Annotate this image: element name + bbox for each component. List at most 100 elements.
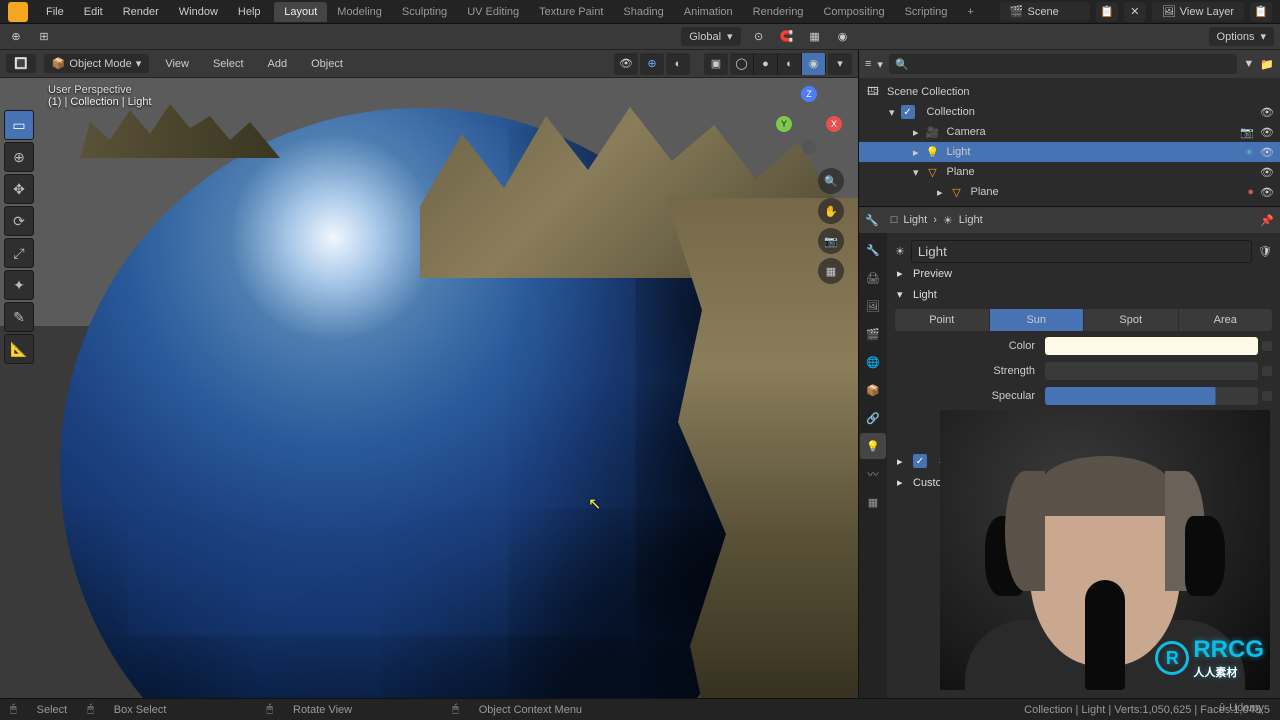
tab-scripting[interactable]: Scripting [895,2,958,22]
shading-solid-button[interactable]: ● [754,53,778,75]
orientation-icon[interactable]: ⊞ [34,27,54,47]
color-swatch[interactable] [1045,337,1258,355]
shading-rendered-button[interactable]: ◉ [802,53,826,75]
tool-move[interactable]: ✥ [4,174,34,204]
menu-view[interactable]: View [157,55,197,73]
nav-zoom-icon[interactable]: 🔍 [818,168,844,194]
strength-value-input[interactable] [1045,362,1258,380]
disclosure-icon[interactable]: ▾ [913,166,919,179]
visibility-icon[interactable]: 👁 [1260,186,1274,199]
nav-camera-icon[interactable]: 📷 [818,228,844,254]
scene-new-button[interactable]: 📋 [1096,2,1118,22]
tree-plane-child[interactable]: ▸ ▽ Plane ● 👁 [859,182,1280,202]
viewlayer-selector[interactable]: 🖼 View Layer [1152,2,1244,21]
snap-element-icon[interactable]: ▦ [805,27,825,47]
cursor-pivot-icon[interactable]: ⊕ [6,27,26,47]
ptab-data-light[interactable]: 💡 [860,433,886,459]
disclosure-icon[interactable]: ▾ [889,106,895,119]
tree-scene-collection[interactable]: 🖽 Scene Collection [859,82,1280,102]
disclosure-icon[interactable]: ▸ [913,146,919,159]
keyframe-dot-icon[interactable] [1262,366,1272,376]
tool-annotate[interactable]: ✎ [4,302,34,332]
snap-icon[interactable]: 🧲 [777,27,797,47]
tab-uv-editing[interactable]: UV Editing [457,2,529,22]
outliner-display-mode-icon[interactable]: ▾ [877,58,883,71]
disclosure-icon[interactable]: ▸ [937,186,943,199]
menu-select[interactable]: Select [205,55,252,73]
options-dropdown[interactable]: Options ▾ [1209,27,1274,46]
tool-scale[interactable]: ⤢ [4,238,34,268]
panel-preview[interactable]: ▸ Preview [895,263,1272,284]
orientation-selector[interactable]: Global ▾ [681,27,740,46]
tab-layout[interactable]: Layout [274,2,327,22]
viewlayer-new-button[interactable]: 📋 [1250,2,1272,22]
light-type-spot[interactable]: Spot [1084,309,1178,331]
tab-add[interactable]: + [957,2,983,22]
menu-add[interactable]: Add [260,55,296,73]
light-type-sun[interactable]: Sun [990,309,1084,331]
axis-x[interactable]: X [826,116,842,132]
tree-plane[interactable]: ▾ ▽ Plane 👁 [859,162,1280,182]
shading-dropdown-icon[interactable]: ▾ [828,53,852,75]
pivot-icon[interactable]: ⊙ [749,27,769,47]
tree-light[interactable]: ▸ 💡 Light ☀ 👁 [859,142,1280,162]
editor-type-outliner-icon[interactable]: ≡ [865,58,871,70]
editor-type-properties-icon[interactable]: 🔧 [865,214,879,227]
specular-slider[interactable] [1045,387,1258,405]
keyframe-dot-icon[interactable] [1262,341,1272,351]
tab-shading[interactable]: Shading [613,2,673,22]
scene-selector[interactable]: 🎬 Scene [1000,2,1090,21]
tab-modeling[interactable]: Modeling [327,2,392,22]
shadow-checkbox[interactable]: ✓ [913,454,927,468]
menu-help[interactable]: Help [228,2,271,22]
overlays-toggle-icon[interactable]: ◐ [666,53,690,75]
light-type-area[interactable]: Area [1179,309,1273,331]
visibility-icon[interactable]: 👁 [1260,106,1274,119]
ptab-render[interactable]: 🔧 [860,237,886,263]
keyframe-dot-icon[interactable] [1262,391,1272,401]
nav-pan-icon[interactable]: ✋ [818,198,844,224]
tab-rendering[interactable]: Rendering [743,2,814,22]
tool-rotate[interactable]: ⟳ [4,206,34,236]
ptab-output[interactable]: 🖨 [860,265,886,291]
visibility-icon[interactable]: 👁 [1260,166,1274,179]
tab-compositing[interactable]: Compositing [813,2,894,22]
viewport-3d[interactable]: User Perspective (1) | Collection | Ligh… [0,78,858,698]
menu-edit[interactable]: Edit [74,2,113,22]
tab-animation[interactable]: Animation [674,2,743,22]
tool-measure[interactable]: 📐 [4,334,34,364]
tab-texture-paint[interactable]: Texture Paint [529,2,613,22]
tree-collection[interactable]: ▾ ✓ Collection 👁 [859,102,1280,122]
shield-icon[interactable]: 🛡 [1258,245,1272,258]
mode-selector[interactable]: 📦 Object Mode ▾ [44,54,150,73]
scene-delete-button[interactable]: ✕ [1124,2,1146,22]
ptab-constraints[interactable]: 🔗 [860,405,886,431]
outliner-search-input[interactable]: 🔍 [889,54,1237,74]
menu-render[interactable]: Render [113,2,169,22]
tree-camera[interactable]: ▸ 🎥 Camera 📷 👁 [859,122,1280,142]
tool-select-box[interactable]: ▭ [4,110,34,140]
xray-toggle-icon[interactable]: ▣ [704,53,728,75]
ptab-object[interactable]: 📦 [860,377,886,403]
shading-matprev-button[interactable]: ◐ [778,53,802,75]
tab-sculpting[interactable]: Sculpting [392,2,457,22]
ptab-scene[interactable]: 🎬 [860,321,886,347]
visibility-icon[interactable]: 👁 [1260,146,1274,159]
datablock-name-input[interactable] [911,240,1252,263]
tool-transform[interactable]: ✦ [4,270,34,300]
ptab-texture[interactable]: ▦ [860,489,886,515]
axis-neg[interactable] [802,140,816,154]
ptab-viewlayer[interactable]: 🖼 [860,293,886,319]
ptab-world[interactable]: 🌐 [860,349,886,375]
outliner-new-collection-icon[interactable]: 📁 [1260,58,1274,71]
proportional-icon[interactable]: ◉ [833,27,853,47]
selectability-filter-icon[interactable]: 👁 [614,53,638,75]
ptab-physics[interactable]: 〰 [860,461,886,487]
collection-enable-checkbox[interactable]: ✓ [901,105,915,119]
nav-gizmo[interactable]: Z Y X [774,86,844,156]
menu-file[interactable]: File [36,2,74,22]
menu-object[interactable]: Object [303,55,351,73]
editor-type-selector[interactable]: 🔳 [6,54,36,73]
nav-perspective-icon[interactable]: ▦ [818,258,844,284]
axis-z[interactable]: Z [801,86,817,102]
